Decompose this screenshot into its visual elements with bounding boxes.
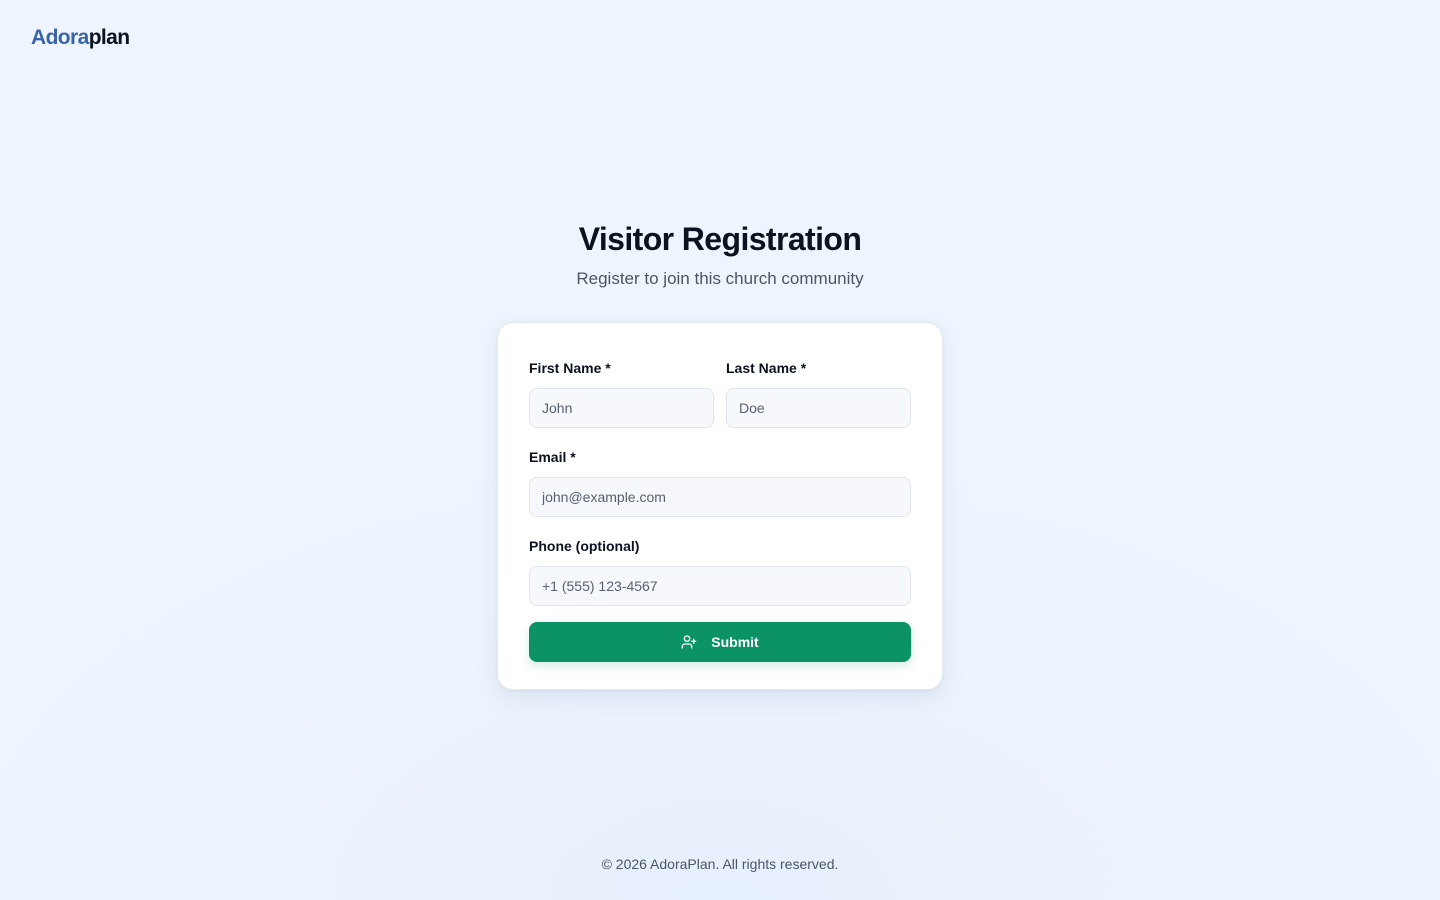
email-field: Email * <box>529 448 911 517</box>
page-heading: Visitor Registration Register to join th… <box>0 219 1440 290</box>
submit-button[interactable]: Submit <box>529 622 911 662</box>
email-label: Email * <box>529 449 576 465</box>
footer-copyright: © 2026 AdoraPlan. All rights reserved. <box>601 856 839 872</box>
user-plus-icon <box>681 634 697 650</box>
phone-input[interactable] <box>529 566 911 606</box>
first-name-input[interactable] <box>529 388 714 428</box>
page-title: Visitor Registration <box>578 221 862 257</box>
last-name-field: Last Name * <box>726 355 911 428</box>
name-row: First Name * Last Name * <box>529 355 911 428</box>
logo-part-plan: plan <box>88 26 130 49</box>
phone-field: Phone (optional) <box>529 537 911 606</box>
registration-card: First Name * Last Name * Email * Phone (… <box>497 322 943 690</box>
last-name-label: Last Name * <box>726 360 807 376</box>
logo[interactable]: Adora plan <box>31 26 130 50</box>
logo-part-adora: Adora <box>31 26 89 49</box>
last-name-input[interactable] <box>726 388 911 428</box>
page-subtitle: Register to join this church community <box>576 269 864 288</box>
submit-label: Submit <box>711 634 759 650</box>
phone-label: Phone (optional) <box>529 538 640 554</box>
first-name-label: First Name * <box>529 360 611 376</box>
email-input[interactable] <box>529 477 911 517</box>
first-name-field: First Name * <box>529 355 714 428</box>
